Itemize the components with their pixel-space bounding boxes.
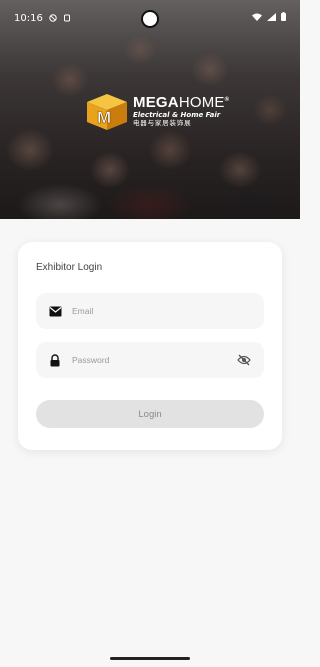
front-camera [141,10,159,28]
email-input[interactable] [72,306,252,316]
logo-cube-letter: M [97,108,111,127]
signal-icon [267,12,276,24]
battery-icon [281,12,286,24]
login-title: Exhibitor Login [36,262,103,273]
password-input[interactable] [72,355,236,365]
logo-chinese: 电器与家居装饰展 [133,119,192,128]
password-field[interactable] [36,342,264,378]
home-indicator[interactable] [110,657,190,660]
logo-text: MEGAHOME® Electrical & Home Fair 电器与家居装饰… [133,95,229,127]
login-card: Exhibitor Login Login [18,242,282,450]
login-screen: M MEGAHOME® Electrical & Home Fair 电器与家居… [0,0,300,667]
logo-registered: ® [224,97,230,104]
status-time: 10:16 [14,12,43,24]
logo-cube-icon: M [83,90,129,132]
logo-brand-home: HOME [178,94,225,112]
eye-off-icon[interactable] [236,352,252,368]
megahome-logo: M MEGAHOME® Electrical & Home Fair 电器与家居… [83,90,229,132]
mail-icon [48,304,62,318]
do-not-disturb-icon [49,14,57,22]
lock-icon [48,353,62,367]
notification-icon [63,14,71,22]
logo-brand: MEGAHOME® [133,95,229,110]
login-button[interactable]: Login [36,400,264,428]
email-field[interactable] [36,293,264,329]
wifi-icon [252,13,262,24]
logo-brand-mega: MEGA [133,94,179,112]
